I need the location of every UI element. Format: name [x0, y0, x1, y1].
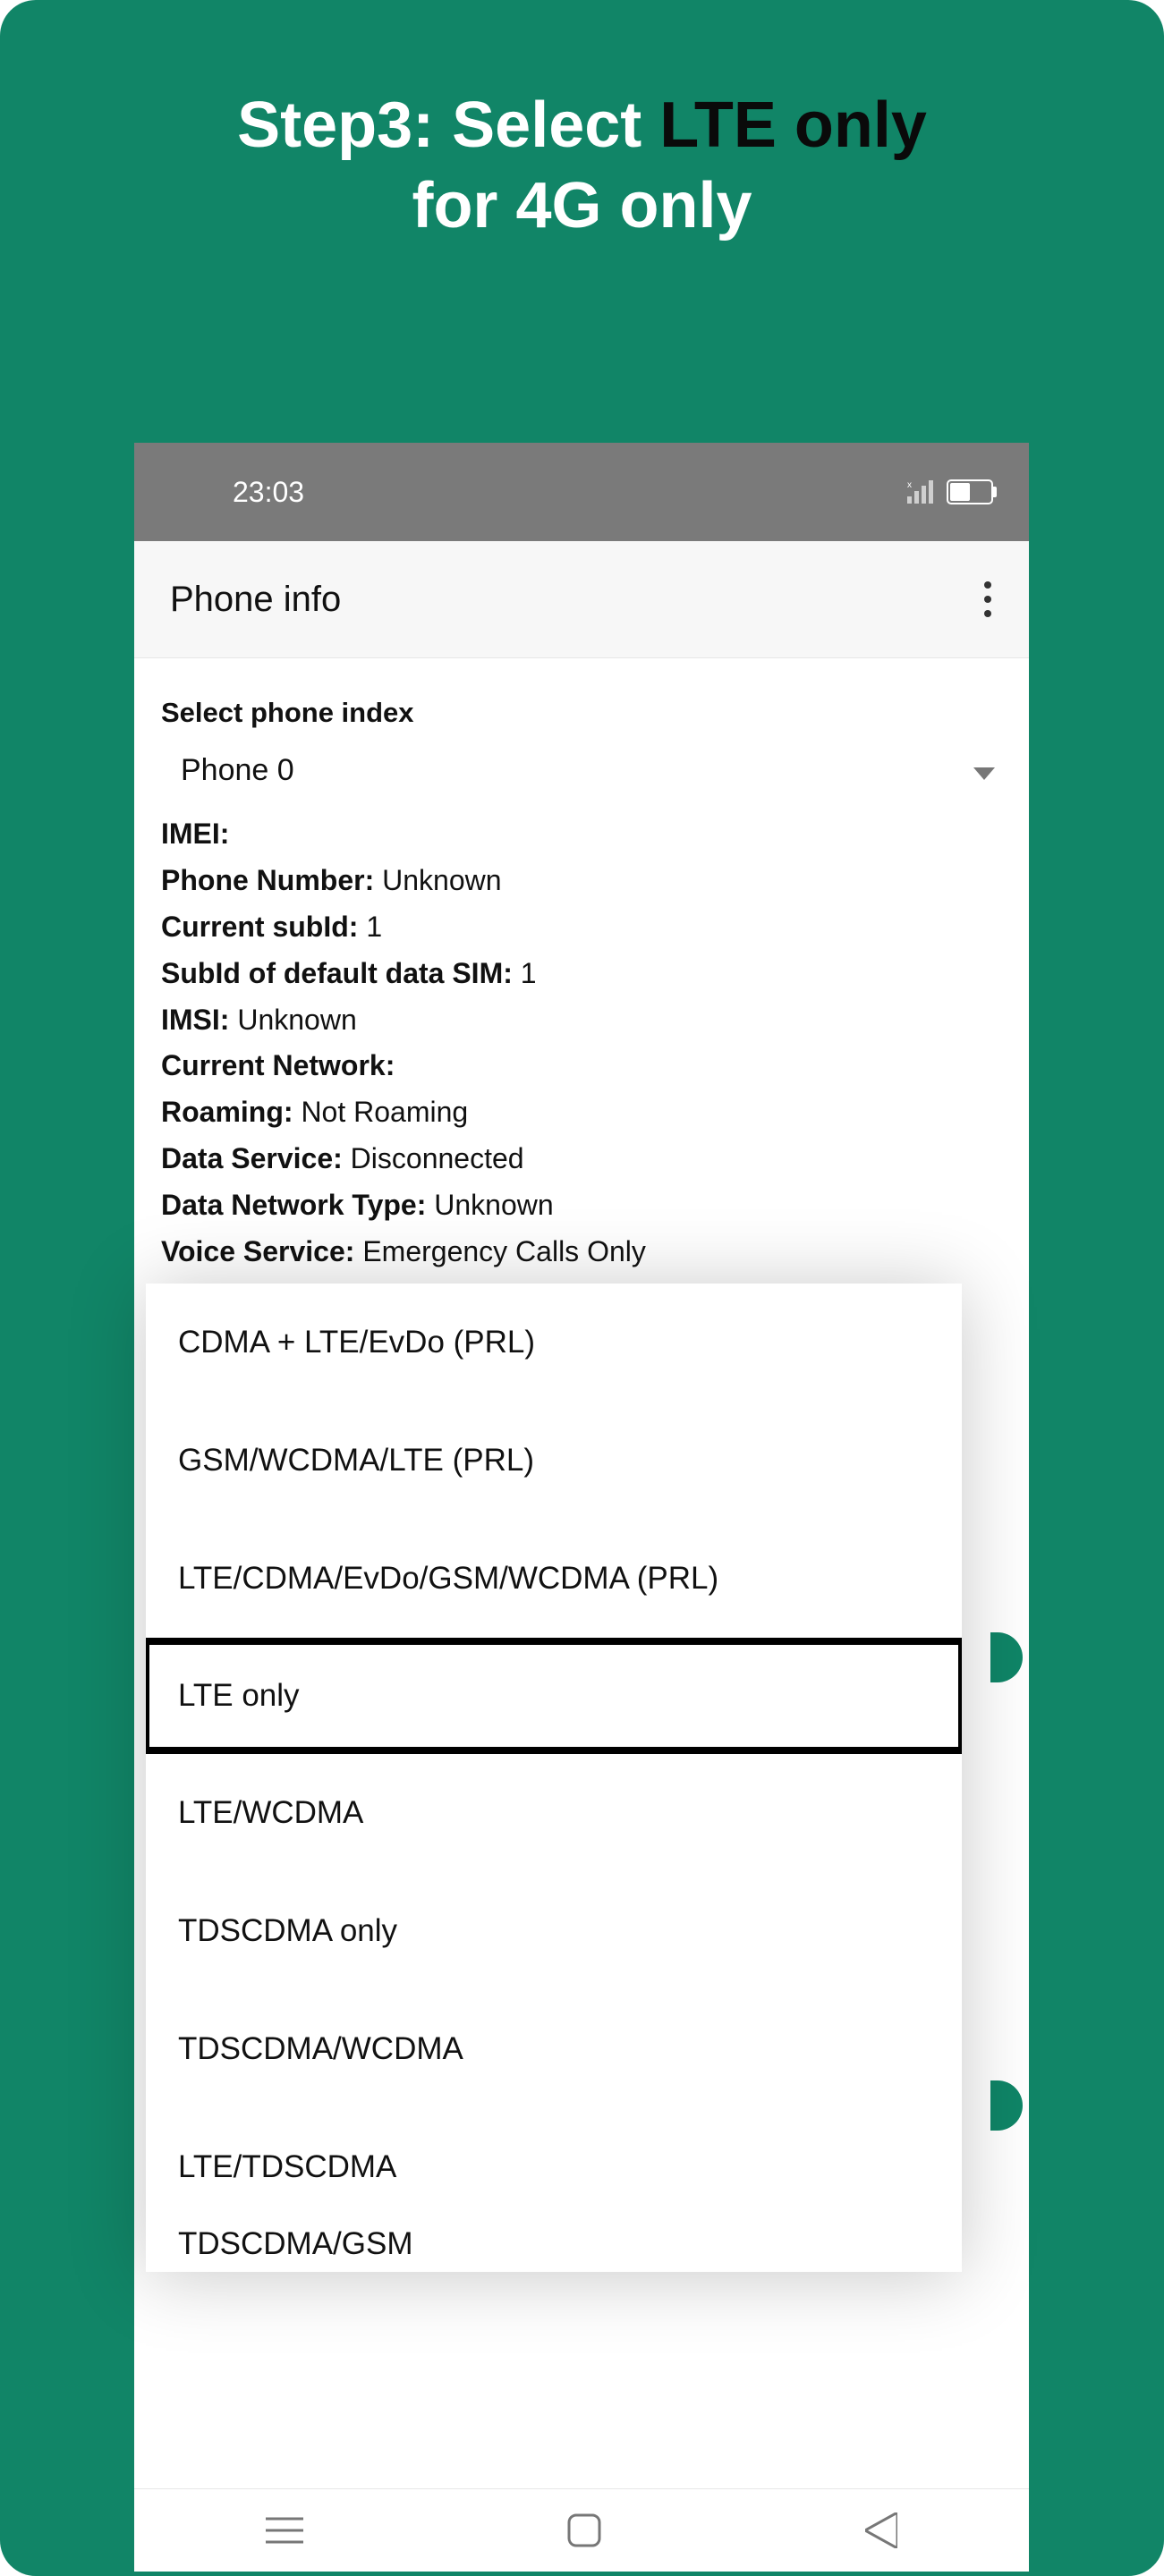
- promo-frame: Step3: Select LTE only for 4G only 23:03…: [0, 0, 1164, 2576]
- network-option-lte-only[interactable]: LTE only: [146, 1638, 962, 1754]
- select-phone-index-label: Select phone index: [161, 691, 1002, 735]
- phone-index-value: Phone 0: [181, 746, 294, 795]
- info-data-network-type: Data Network Type: Unknown: [161, 1182, 1002, 1229]
- nav-recent-button[interactable]: [266, 2515, 303, 2546]
- network-type-popup: CDMA + LTE/EvDo (PRL) GSM/WCDMA/LTE (PRL…: [146, 1284, 962, 2272]
- promo-text-part2: for 4G only: [412, 170, 752, 242]
- signal-icon: x: [907, 480, 934, 504]
- network-option[interactable]: TDSCDMA/WCDMA: [146, 1990, 962, 2108]
- info-phone-number: Phone Number: Unknown: [161, 858, 1002, 904]
- info-imsi: IMSI: Unknown: [161, 997, 1002, 1044]
- network-option[interactable]: GSM/WCDMA/LTE (PRL): [146, 1402, 962, 1520]
- overflow-menu-button[interactable]: [982, 580, 993, 619]
- page-title: Phone info: [170, 580, 982, 620]
- status-bar: 23:03 x: [134, 443, 1029, 541]
- phone-index-dropdown[interactable]: Phone 0: [161, 739, 1002, 811]
- nav-back-button[interactable]: [865, 2512, 897, 2548]
- content-area: Select phone index Phone 0 IMEI: Phone N…: [134, 658, 1029, 1275]
- info-roaming: Roaming: Not Roaming: [161, 1089, 1002, 1136]
- info-voice-service: Voice Service: Emergency Calls Only: [161, 1229, 1002, 1275]
- network-option[interactable]: LTE/TDSCDMA: [146, 2108, 962, 2226]
- app-bar: Phone info: [134, 541, 1029, 658]
- svg-text:x: x: [907, 480, 912, 490]
- info-data-service: Data Service: Disconnected: [161, 1136, 1002, 1182]
- nav-home-button[interactable]: [567, 2513, 601, 2547]
- info-current-subid: Current subId: 1: [161, 904, 1002, 951]
- promo-text-accent: LTE only: [659, 89, 927, 161]
- info-default-subid: SubId of default data SIM: 1: [161, 951, 1002, 997]
- promo-title: Step3: Select LTE only for 4G only: [0, 0, 1164, 246]
- promo-text-part1: Step3: Select: [237, 89, 659, 161]
- network-option[interactable]: TDSCDMA only: [146, 1872, 962, 1990]
- network-option[interactable]: LTE/WCDMA: [146, 1754, 962, 1872]
- info-current-network: Current Network:: [161, 1043, 1002, 1089]
- nav-bar: [134, 2488, 1029, 2572]
- battery-icon: [947, 479, 993, 504]
- network-option[interactable]: LTE/CDMA/EvDo/GSM/WCDMA (PRL): [146, 1520, 962, 1638]
- status-right: x: [907, 479, 993, 504]
- status-time: 23:03: [233, 476, 304, 509]
- network-option[interactable]: CDMA + LTE/EvDo (PRL): [146, 1284, 962, 1402]
- info-imei: IMEI:: [161, 811, 1002, 858]
- chevron-down-icon: [973, 746, 995, 795]
- network-option[interactable]: TDSCDMA/GSM: [146, 2226, 962, 2271]
